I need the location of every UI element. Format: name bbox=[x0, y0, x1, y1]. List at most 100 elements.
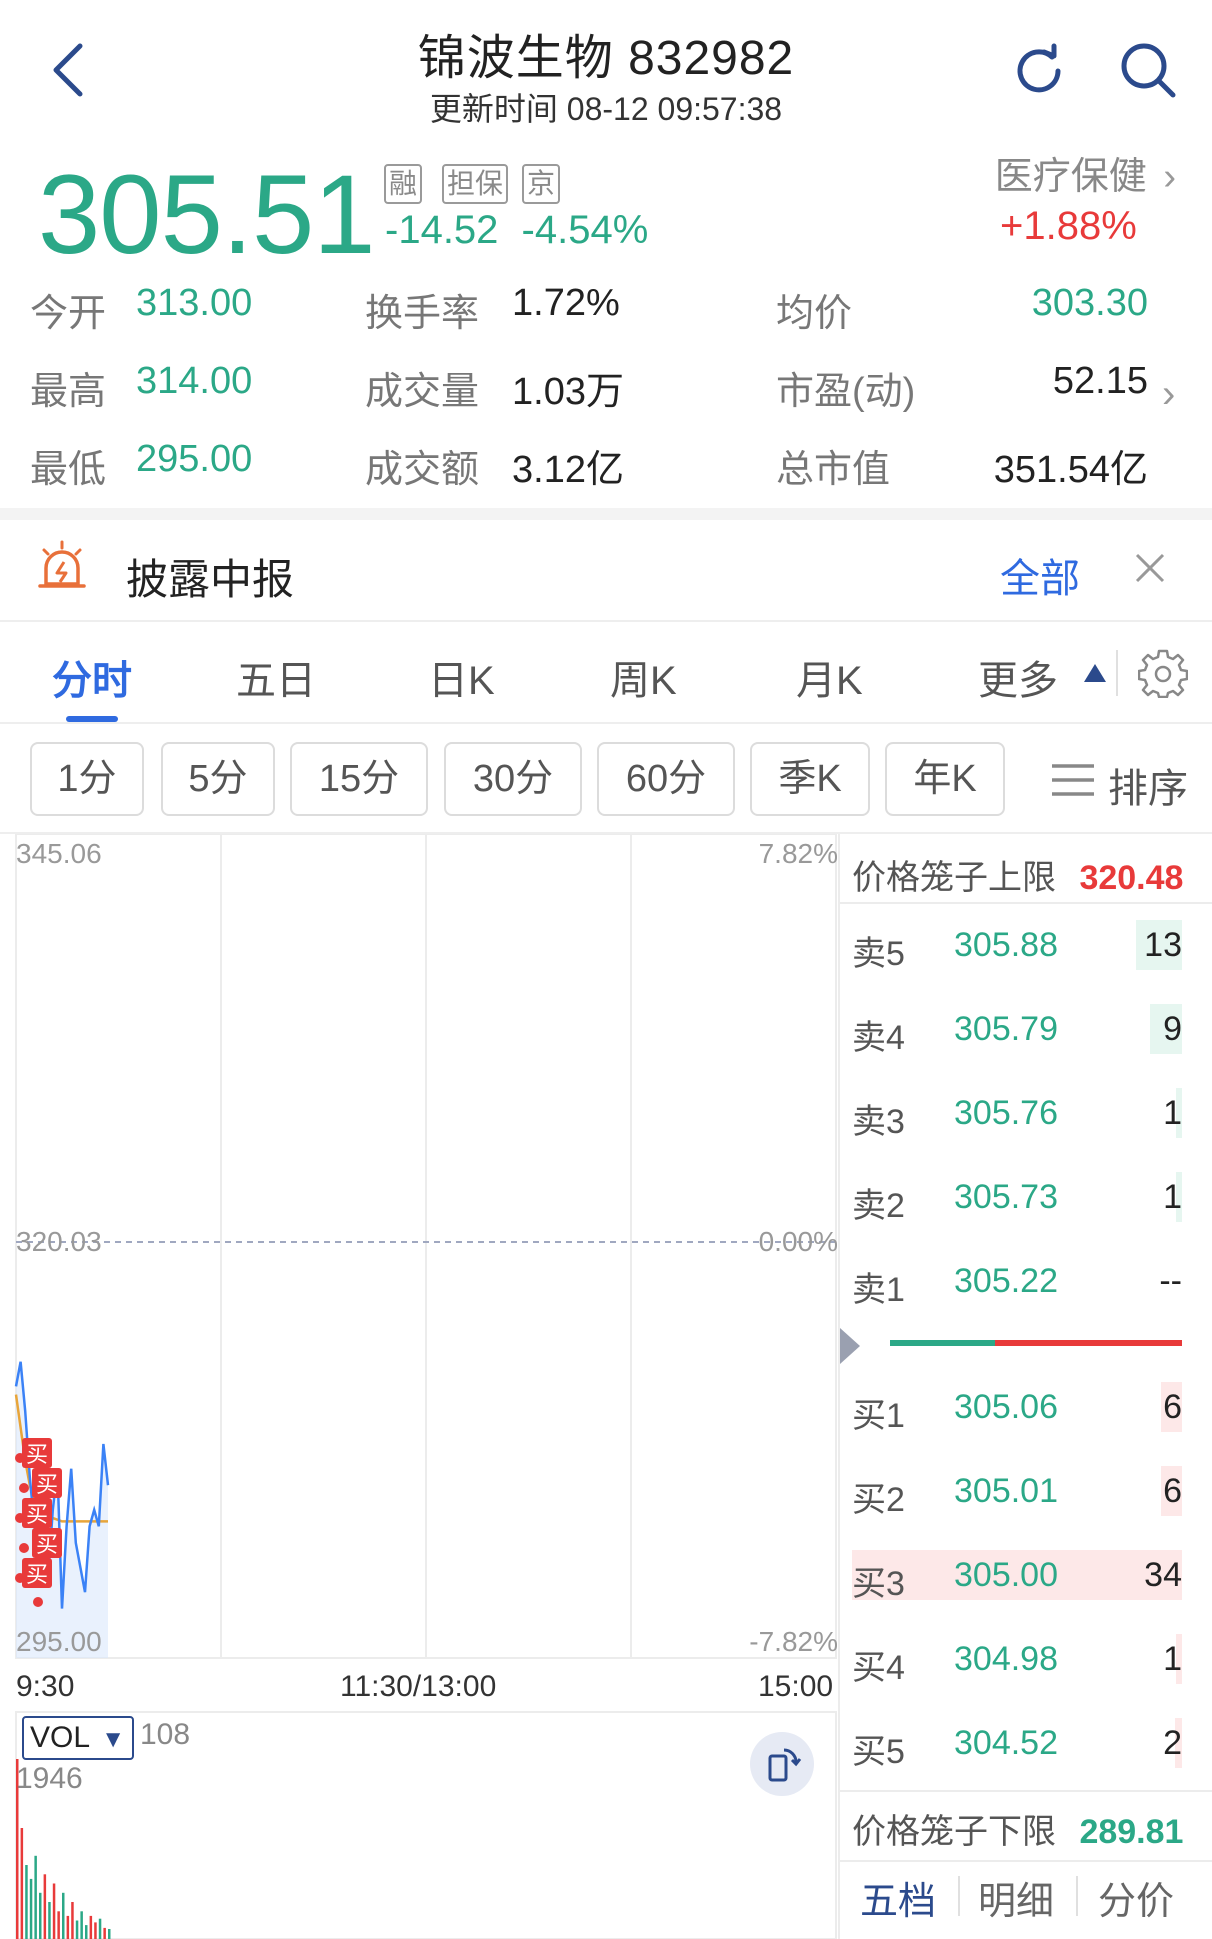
bid-level-volume: 2 bbox=[1163, 1724, 1182, 1762]
divider bbox=[838, 1790, 1212, 1792]
ask-level-row[interactable]: 卖4 305.79 9 bbox=[852, 1000, 1182, 1060]
volume-bar bbox=[20, 1828, 24, 1939]
sector-percent: +1.88% bbox=[1000, 204, 1137, 248]
volume-bar bbox=[48, 1902, 51, 1939]
intraday-chart[interactable]: 买买买买买 bbox=[0, 834, 838, 1939]
ask-level-row[interactable]: 卖3 305.76 1 bbox=[852, 1084, 1182, 1144]
orderbook-separator bbox=[838, 834, 840, 1939]
current-price: 305.51 bbox=[38, 152, 376, 277]
amount-value: 3.12亿 bbox=[512, 449, 624, 491]
bid-level-volume: 6 bbox=[1163, 1472, 1182, 1510]
avg-label: 均价 bbox=[776, 293, 853, 335]
pe-value[interactable]: 52.15 bbox=[1053, 360, 1148, 403]
volume-bar bbox=[66, 1915, 70, 1939]
bid-level-row[interactable]: 买5 304.52 2 bbox=[852, 1714, 1182, 1774]
tab-daily-k[interactable]: 日K bbox=[428, 648, 495, 706]
ask-level-row[interactable]: 卖1 305.22 -- bbox=[852, 1252, 1182, 1312]
ask-level-volume: -- bbox=[1159, 1262, 1182, 1300]
disclosure-all-link[interactable]: 全部 bbox=[1000, 546, 1080, 604]
bid-level-price: 305.01 bbox=[954, 1472, 1058, 1510]
bid-level-row[interactable]: 买4 304.98 1 bbox=[852, 1630, 1182, 1690]
volume-bar bbox=[94, 1922, 97, 1939]
ask-level-volume: 1 bbox=[1163, 1178, 1182, 1216]
tab-five-levels[interactable]: 五档 bbox=[860, 1870, 936, 1925]
vol-max: 1946 bbox=[16, 1762, 83, 1795]
ask-level-price: 305.73 bbox=[954, 1178, 1058, 1216]
bid-level-volume: 34 bbox=[1144, 1556, 1182, 1594]
refresh-icon[interactable] bbox=[1010, 42, 1068, 100]
period-1min-button[interactable]: 1分 bbox=[30, 742, 144, 816]
collapse-arrow-icon[interactable] bbox=[838, 1328, 862, 1364]
price-cage-lower: 价格笼子下限 289.81 bbox=[852, 1804, 1183, 1853]
sort-label[interactable]: 排序 bbox=[1108, 756, 1188, 814]
pct-axis-top: 7.82% bbox=[758, 838, 838, 869]
tab-separator bbox=[1116, 650, 1118, 696]
ask-level-row[interactable]: 卖5 305.88 13 bbox=[852, 916, 1182, 976]
bid-level-price: 304.98 bbox=[954, 1640, 1058, 1678]
tab-price-distribution[interactable]: 分价 bbox=[1098, 1870, 1174, 1925]
volume-bar bbox=[71, 1902, 74, 1939]
ask-level-row[interactable]: 卖2 305.73 1 bbox=[852, 1168, 1182, 1228]
bid-level-row[interactable]: 买3 305.00 34 bbox=[852, 1546, 1182, 1606]
period-5min-button[interactable]: 5分 bbox=[161, 742, 275, 816]
tab-intraday[interactable]: 分时 bbox=[52, 648, 132, 706]
high-value: 314.00 bbox=[136, 360, 253, 402]
search-icon[interactable] bbox=[1118, 40, 1178, 100]
period-30min-button[interactable]: 30分 bbox=[444, 742, 582, 816]
section-divider bbox=[0, 508, 1212, 520]
bid-level-label: 买1 bbox=[852, 1397, 905, 1435]
settings-gear-icon[interactable] bbox=[1138, 648, 1188, 698]
chevron-right-icon[interactable]: › bbox=[1162, 372, 1175, 417]
tab-more[interactable]: 更多 bbox=[978, 648, 1058, 706]
chevron-right-icon: › bbox=[1163, 156, 1176, 198]
ask-level-price: 305.88 bbox=[954, 926, 1058, 964]
bid-level-label: 买2 bbox=[852, 1481, 905, 1519]
rotate-screen-button[interactable] bbox=[750, 1732, 814, 1796]
tab-separator bbox=[958, 1876, 960, 1916]
caret-down-icon: ▼ bbox=[101, 1726, 126, 1753]
mcap-value: 351.54亿 bbox=[993, 449, 1148, 491]
bid-level-price: 305.00 bbox=[954, 1556, 1058, 1594]
period-15min-button[interactable]: 15分 bbox=[290, 742, 428, 816]
buy-marker-dot bbox=[33, 1597, 43, 1607]
volume-bar bbox=[34, 1855, 37, 1939]
y-axis-bottom: 295.00 bbox=[16, 1626, 102, 1657]
volume-bar bbox=[89, 1915, 93, 1939]
close-icon[interactable] bbox=[1134, 552, 1166, 584]
disclosure-title[interactable]: 披露中报 bbox=[126, 546, 294, 607]
tab-weekly-k[interactable]: 周K bbox=[610, 648, 677, 706]
cage-lower-value: 289.81 bbox=[1079, 1813, 1184, 1851]
caret-up-icon[interactable] bbox=[1082, 662, 1108, 684]
bid-level-row[interactable]: 买1 305.06 6 bbox=[852, 1378, 1182, 1438]
volume-bar bbox=[103, 1927, 106, 1939]
period-year-k-button[interactable]: 年K bbox=[885, 742, 1005, 816]
volume-frame bbox=[15, 1711, 837, 1939]
buy-marker-label: 买 bbox=[36, 1533, 58, 1558]
avg-value: 303.30 bbox=[1031, 282, 1148, 324]
volume-bar bbox=[98, 1918, 102, 1939]
vol-label: VOL bbox=[30, 1721, 89, 1754]
ask-level-volume: 9 bbox=[1163, 1010, 1182, 1048]
volume-bar bbox=[52, 1883, 56, 1939]
period-quarter-k-button[interactable]: 季K bbox=[750, 742, 870, 816]
tab-monthly-k[interactable]: 月K bbox=[796, 648, 863, 706]
ask-level-price: 305.76 bbox=[954, 1094, 1058, 1132]
menu-icon[interactable] bbox=[1050, 760, 1096, 800]
bid-level-volume: 6 bbox=[1163, 1388, 1182, 1426]
tab-details[interactable]: 明细 bbox=[978, 1870, 1054, 1925]
price-cage-upper: 价格笼子上限 320.48 bbox=[852, 850, 1183, 899]
cage-lower-label: 价格笼子下限 bbox=[852, 1813, 1056, 1851]
vol-indicator-select[interactable]: VOL ▼ bbox=[22, 1716, 134, 1760]
bid-level-row[interactable]: 买2 305.01 6 bbox=[852, 1462, 1182, 1522]
period-60min-button[interactable]: 60分 bbox=[597, 742, 735, 816]
pct-axis-bottom: -7.82% bbox=[749, 1626, 838, 1657]
exchange-tag: 京 bbox=[522, 164, 561, 204]
margin-tag: 融 bbox=[384, 164, 423, 204]
amount-label: 成交额 bbox=[365, 449, 480, 491]
sector-link[interactable]: 医疗保健 › bbox=[995, 145, 1176, 200]
guarantee-tag: 担保 bbox=[442, 164, 509, 204]
bid-level-price: 304.52 bbox=[954, 1724, 1058, 1762]
tab-five-day[interactable]: 五日 bbox=[236, 648, 316, 706]
bid-level-volume: 1 bbox=[1163, 1640, 1182, 1678]
turnover-value: 1.72% bbox=[512, 282, 620, 324]
